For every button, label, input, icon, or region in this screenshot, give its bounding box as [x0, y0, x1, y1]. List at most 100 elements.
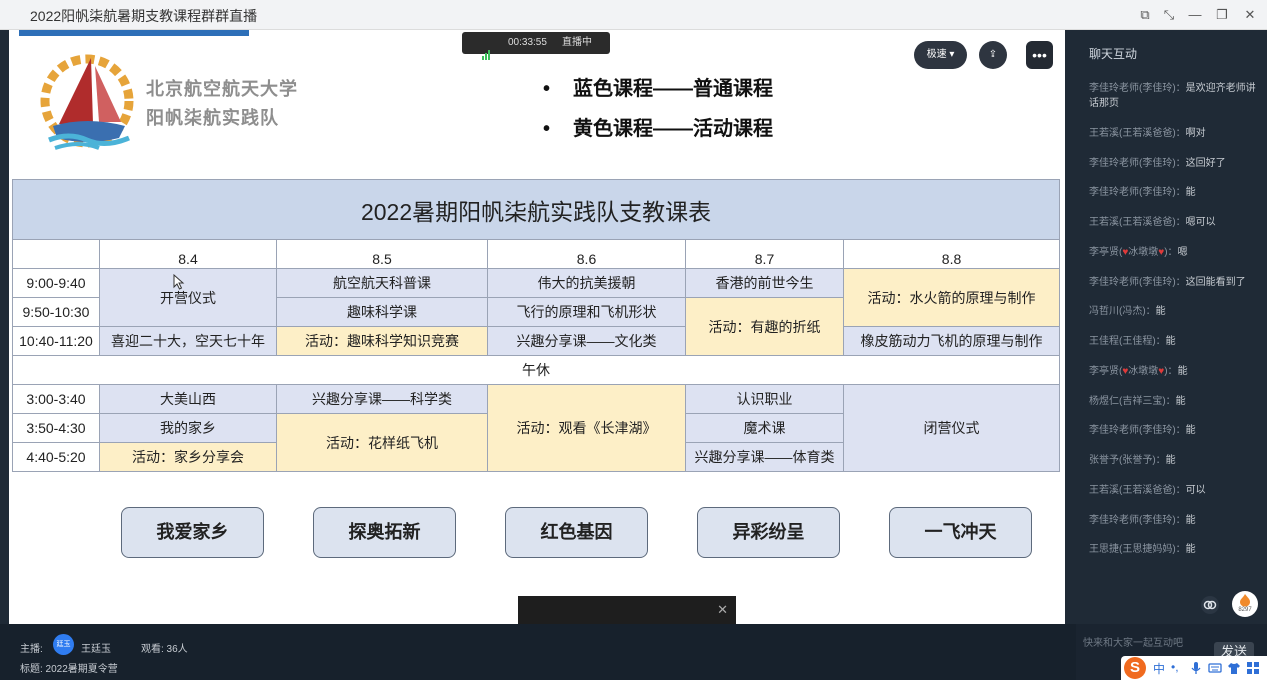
date-row: 8.4 8.5 8.6 8.7 8.8 — [12, 239, 1061, 269]
time-cell: 9:50-10:30 — [12, 297, 100, 327]
mouse-cursor-icon — [173, 274, 185, 290]
lunch-break-row: 午休 — [11, 355, 1061, 385]
restore-icon[interactable]: ❐ — [1212, 5, 1232, 25]
course-cell: 伟大的抗美援朝 — [487, 268, 686, 298]
activity-cell: 活动：有趣的折纸 — [685, 297, 844, 356]
chat-message: 杨煜仁(吉祥三宝)：能 — [1089, 396, 1186, 407]
close-icon[interactable]: ✕ — [1240, 5, 1260, 25]
course-cell: 兴趣分享课——体育类 — [685, 442, 844, 472]
course-cell: 大美山西 — [99, 384, 277, 414]
team-name: 阳帆柒航实践队 — [146, 108, 279, 128]
chat-message: 李佳玲老师(李佳玲)：能 — [1089, 187, 1196, 198]
date-cell: 8.4 — [99, 239, 277, 269]
window-title: 2022阳帆柒航暑期支教课程群群直播 — [30, 8, 258, 24]
viewer-count: 观看: 36人 — [141, 644, 188, 655]
video-stage: 北京航空航天大学 阳帆柒航实践队 • 蓝色课程——普通课程 • 黄色课程——活动课程… — [9, 30, 1065, 624]
chat-panel: 聊天互动 李佳玲老师(李佳玲)：是欢迎齐老师讲话那页 王若溪(王若溪爸爸)：啊对… — [1072, 30, 1267, 624]
more-icon: ••• — [1032, 47, 1047, 63]
team-logo — [40, 54, 134, 150]
chat-message: 王佳程(王佳程)：能 — [1089, 336, 1176, 347]
time-cell: 4:40-5:20 — [12, 442, 100, 472]
course-cell: 航空航天科普课 — [276, 268, 488, 298]
activity-cell: 活动：水火箭的原理与制作 — [842, 268, 1061, 327]
schedule-title: 2022暑期阳帆柒航实践队支教课表 — [11, 179, 1061, 240]
popout-icon[interactable]: ⧉ — [1135, 5, 1155, 25]
keyboard-icon[interactable] — [1208, 661, 1222, 675]
chat-input-placeholder[interactable]: 快来和大家一起互动吧 — [1083, 634, 1183, 649]
date-cell: 8.5 — [276, 239, 488, 269]
host-label: 主播: — [20, 644, 43, 655]
toolbox-icon[interactable] — [1246, 661, 1260, 675]
course-cell: 飞行的原理和飞机形状 — [487, 297, 686, 327]
host-avatar: 廷玉 — [53, 634, 74, 655]
chat-message: 李亭贤(♥冰墩墩♥)：能 — [1089, 366, 1188, 377]
chat-message: 王思捷(王思捷妈妈)：能 — [1089, 544, 1196, 555]
course-cell: 魔术课 — [685, 413, 844, 443]
time-cell: 9:00-9:40 — [12, 268, 100, 298]
course-cell: 兴趣分享课——科学类 — [276, 384, 488, 414]
course-cell: 兴趣分享课——文化类 — [487, 326, 686, 356]
microphone-icon[interactable] — [1189, 661, 1203, 675]
activity-cell: 活动：观看《长津湖》 — [487, 384, 686, 472]
chat-message: 李佳玲老师(李佳玲)：是欢迎齐老师讲话那页 — [1089, 83, 1256, 109]
activity-cell: 活动：花样纸飞机 — [276, 413, 488, 472]
ime-lang-toggle[interactable]: 中 — [1153, 660, 1165, 677]
date-cell: 8.6 — [487, 239, 686, 269]
legend-blue: • 蓝色课程——普通课程 — [543, 78, 773, 100]
sogou-logo-icon[interactable]: S — [1124, 657, 1146, 679]
floating-video-overlay[interactable]: ✕ — [518, 596, 736, 624]
stream-topic: 标题: 2022暑期夏令营 — [20, 664, 118, 675]
ime-punct-toggle[interactable]: •, — [1171, 660, 1179, 674]
chat-message: 李佳玲老师(李佳玲)：能 — [1089, 425, 1196, 436]
chat-title: 聊天互动 — [1089, 47, 1138, 61]
theme-box: 异彩纷呈 — [697, 507, 840, 558]
course-cell: 认识职业 — [685, 384, 844, 414]
course-cell: 香港的前世今生 — [685, 268, 844, 298]
share-icon: ⇪ — [988, 49, 998, 60]
schedule-table: 2022暑期阳帆柒航实践队支教课表 8.4 8.5 8.6 8.7 8.8 9:… — [11, 179, 1061, 472]
live-state: 直播中 — [562, 37, 592, 48]
fullscreen-icon[interactable]: ⤡ — [1159, 5, 1179, 25]
time-cell: 10:40-11:20 — [12, 326, 100, 356]
caret-down-icon: ▾ — [949, 49, 955, 60]
chat-message: 王若溪(王若溪爸爸)：可以 — [1089, 485, 1206, 496]
link-icon[interactable] — [1200, 595, 1220, 615]
course-cell: 我的家乡 — [99, 413, 277, 443]
live-timer: 00:33:55 — [508, 37, 547, 48]
course-cell: 趣味科学课 — [276, 297, 488, 327]
legend-yellow: • 黄色课程——活动课程 — [543, 118, 773, 140]
theme-box: 探奥拓新 — [313, 507, 456, 558]
minimize-icon[interactable]: — — [1185, 5, 1205, 25]
chat-message: 李亭贤(♥冰墩墩♥)：嗯 — [1089, 247, 1188, 258]
activity-cell: 活动：家乡分享会 — [99, 442, 277, 472]
live-status-pill: 00:33:55 直播中 — [462, 32, 610, 60]
theme-box: 我爱家乡 — [121, 507, 264, 558]
activity-cell: 活动：趣味科学知识竞赛 — [276, 326, 488, 356]
like-count: 8297 — [1238, 607, 1252, 613]
chat-message: 张誉予(张誉予)：能 — [1089, 455, 1176, 466]
speed-dropdown[interactable]: 极速 ▾ — [914, 41, 967, 69]
ime-toolbar[interactable]: S 中 •, — [1121, 656, 1267, 680]
host-name: 王廷玉 — [81, 644, 111, 655]
window-titlebar: 2022阳帆柒航暑期支教课程群群直播 ⧉ ⤡ — ❐ ✕ — [0, 0, 1267, 30]
chat-message: 李佳玲老师(李佳玲)：能 — [1089, 515, 1196, 526]
share-button[interactable]: ⇪ — [979, 41, 1007, 69]
chat-message: 冯哲川(冯杰)：能 — [1089, 306, 1166, 317]
time-cell: 3:00-3:40 — [12, 384, 100, 414]
time-cell: 3:50-4:30 — [12, 413, 100, 443]
slide-top-strip — [19, 30, 249, 36]
course-cell: 橡皮筋动力飞机的原理与制作 — [842, 326, 1061, 356]
theme-box: 红色基因 — [505, 507, 648, 558]
theme-box: 一飞冲天 — [889, 507, 1032, 558]
more-button[interactable]: ••• — [1026, 41, 1053, 69]
chat-message: 李佳玲老师(李佳玲)：这回好了 — [1089, 158, 1226, 169]
like-button[interactable]: 8297 — [1232, 591, 1258, 617]
date-cell: 8.8 — [842, 239, 1061, 269]
chat-message: 王若溪(王若溪爸爸)：嗯可以 — [1089, 217, 1216, 228]
flame-icon — [1240, 594, 1250, 607]
course-cell: 闭营仪式 — [842, 384, 1061, 472]
close-overlay-icon[interactable]: ✕ — [717, 602, 728, 618]
skin-icon[interactable] — [1227, 661, 1241, 675]
chat-message: 王若溪(王若溪爸爸)：啊对 — [1089, 128, 1206, 139]
course-cell: 喜迎二十大，空天七十年 — [99, 326, 277, 356]
